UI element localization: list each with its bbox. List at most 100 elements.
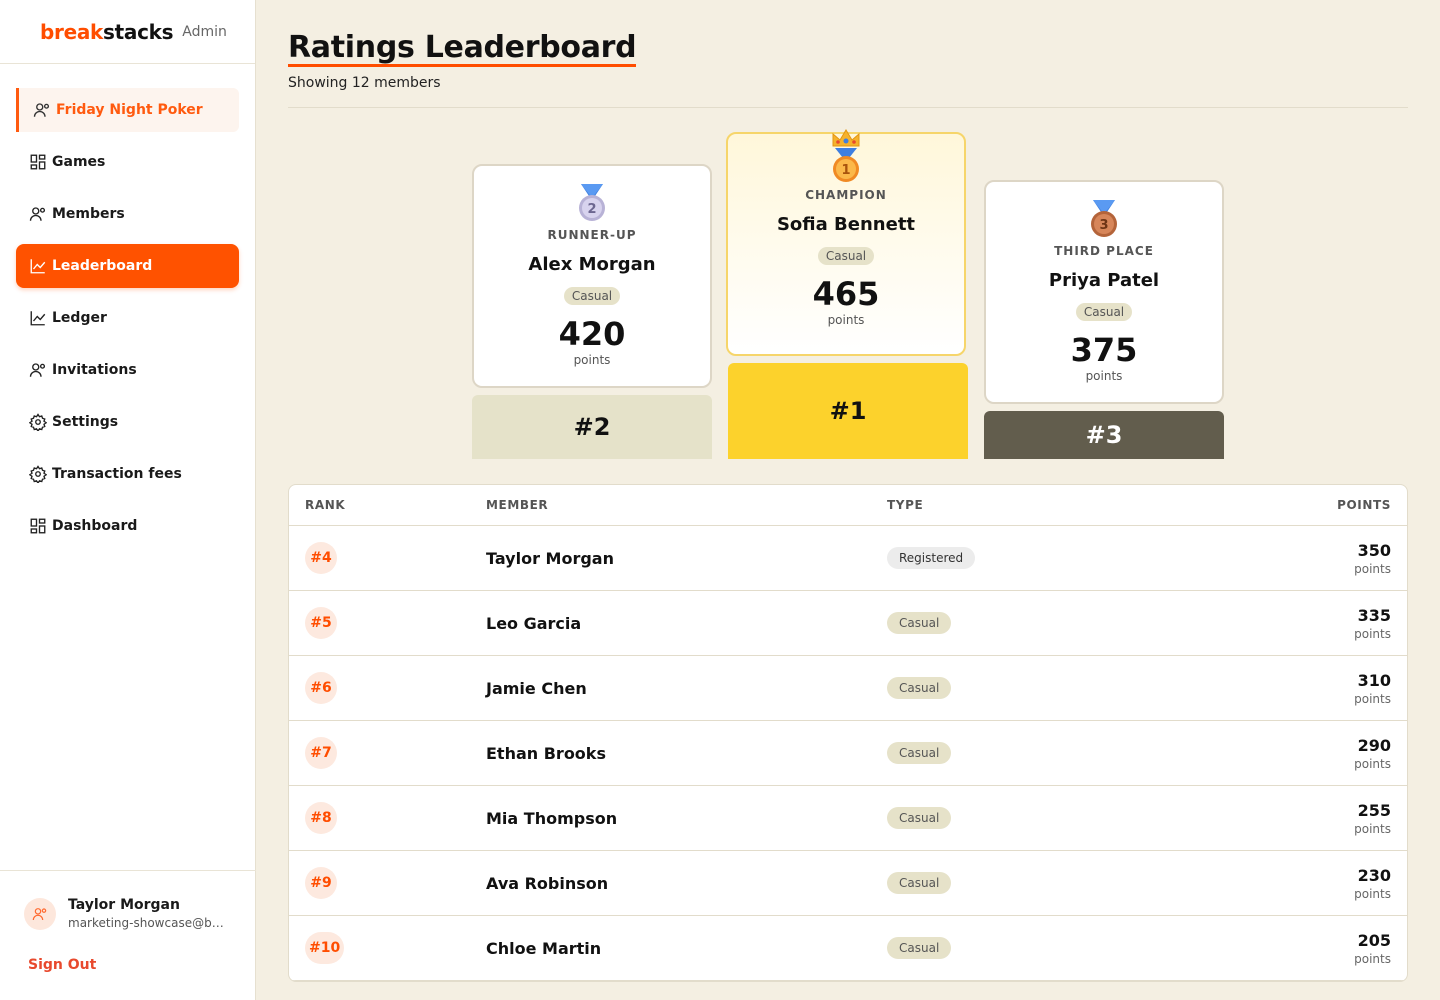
gear-icon [28, 464, 48, 484]
sidebar-item-games[interactable]: Games [16, 140, 239, 184]
sidebar-item-ledger[interactable]: Ledger [16, 296, 239, 340]
rank-badge: #7 [305, 737, 337, 769]
points-value: 350 [1357, 540, 1391, 560]
podium-label: THIRD PLACE [1054, 244, 1154, 258]
type-badge: Casual [817, 247, 875, 265]
table-row[interactable]: #4 Taylor Morgan Registered 350 points [289, 526, 1407, 591]
member-name[interactable]: Mia Thompson [486, 809, 887, 828]
rank-cell: #7 [289, 737, 486, 769]
sidebar-item-transaction-fees[interactable]: Transaction fees [16, 452, 239, 496]
podium-block-third: #3 [984, 411, 1224, 459]
header-type[interactable]: TYPE [887, 498, 1187, 512]
rank-badge: #8 [305, 802, 337, 834]
users-icon [28, 360, 48, 380]
points-value: 205 [1357, 930, 1391, 950]
table-row[interactable]: #9 Ava Robinson Casual 230 points [289, 851, 1407, 916]
sidebar-item-label: Transaction fees [52, 466, 182, 482]
sidebar-item-dashboard[interactable]: Dashboard [16, 504, 239, 548]
users-icon [28, 204, 48, 224]
rank-badge: #4 [305, 542, 337, 574]
sidebar-item-label: Invitations [52, 362, 137, 378]
table-row[interactable]: #5 Leo Garcia Casual 335 points [289, 591, 1407, 656]
member-name[interactable]: Chloe Martin [486, 939, 887, 958]
sidebar-item-settings[interactable]: Settings [16, 400, 239, 444]
gear-icon [28, 412, 48, 432]
users-icon [32, 100, 52, 120]
sidebar: breakstacks Admin Friday Night Poker Gam… [0, 0, 256, 1000]
user-name: Taylor Morgan [68, 897, 180, 913]
points-cell: 230 points [1187, 866, 1407, 901]
gold-medal-crown-icon: 1 [832, 129, 860, 182]
table-row[interactable]: #10 Chloe Martin Casual 205 points [289, 916, 1407, 981]
points-cell: 255 points [1187, 801, 1407, 836]
brand-logo-part1: break [40, 19, 104, 44]
points-cell: 310 points [1187, 671, 1407, 706]
podium-points: 420 [558, 315, 626, 353]
type-cell: Casual [887, 612, 1187, 634]
brand: breakstacks Admin [0, 0, 255, 64]
podium-card-second[interactable]: 2 RUNNER-UP Alex Morgan Casual 420 point… [472, 164, 712, 388]
type-cell: Casual [887, 872, 1187, 894]
svg-text:3: 3 [1099, 218, 1108, 233]
header-member[interactable]: MEMBER [486, 498, 887, 512]
bronze-medal-icon: 3 [1091, 200, 1117, 237]
sidebar-item-label: Settings [52, 414, 119, 430]
podium-name: Priya Patel [1048, 270, 1160, 291]
type-badge: Registered [887, 547, 976, 569]
user-profile[interactable]: Taylor Morgan marketing-showcase@breakst… [24, 897, 228, 930]
podium-label: RUNNER-UP [547, 228, 637, 242]
sidebar-item-invitations[interactable]: Invitations [16, 348, 239, 392]
page-subtitle: Showing 12 members [288, 75, 441, 91]
type-badge: Casual [887, 872, 952, 894]
table-row[interactable]: #8 Mia Thompson Casual 255 points [289, 786, 1407, 851]
type-badge: Casual [1075, 303, 1133, 321]
type-cell: Casual [887, 937, 1187, 959]
sidebar-footer: Taylor Morgan marketing-showcase@breakst… [0, 870, 256, 1000]
header-points[interactable]: POINTS [1187, 498, 1407, 512]
podium-card-third[interactable]: 3 THIRD PLACE Priya Patel Casual 375 poi… [984, 180, 1224, 404]
rank-cell: #4 [289, 542, 486, 574]
rank-badge: #5 [305, 607, 337, 639]
sidebar-item-leaderboard[interactable]: Leaderboard [16, 244, 239, 288]
podium: 2 RUNNER-UP Alex Morgan Casual 420 point… [288, 129, 1408, 460]
sidebar-item-members[interactable]: Members [16, 192, 239, 236]
podium-name: Alex Morgan [528, 254, 656, 275]
points-value: 335 [1357, 605, 1391, 625]
brand-logo-part2: stacks [103, 19, 174, 44]
member-name[interactable]: Ethan Brooks [486, 744, 887, 763]
sign-out-button[interactable]: Sign Out [28, 957, 96, 973]
points-value: 290 [1357, 735, 1391, 755]
brand-logo[interactable]: breakstacks [40, 19, 174, 44]
type-badge: Casual [887, 612, 952, 634]
type-badge: Casual [887, 937, 952, 959]
member-name[interactable]: Ava Robinson [486, 874, 887, 893]
sidebar-group-friday-night-poker[interactable]: Friday Night Poker [16, 88, 239, 132]
type-badge: Casual [887, 807, 952, 829]
divider [288, 107, 1408, 108]
member-name[interactable]: Jamie Chen [486, 679, 887, 698]
rank-cell: #5 [289, 607, 486, 639]
points-cell: 350 points [1187, 541, 1407, 576]
type-cell: Casual [887, 807, 1187, 829]
type-cell: Casual [887, 677, 1187, 699]
type-cell: Casual [887, 742, 1187, 764]
podium-card-first[interactable]: 1 CHAMPION Sofia Bennett Casual 465 poin… [726, 129, 966, 356]
type-badge: Casual [563, 287, 621, 305]
table-row[interactable]: #7 Ethan Brooks Casual 290 points [289, 721, 1407, 786]
header-rank[interactable]: RANK [289, 498, 486, 512]
grid-icon [28, 516, 48, 536]
points-label: points [1354, 626, 1391, 641]
type-badge: Casual [887, 677, 952, 699]
chart-icon [28, 308, 48, 328]
points-label: points [1354, 886, 1391, 901]
member-name[interactable]: Leo Garcia [486, 614, 887, 633]
sidebar-item-label: Leaderboard [52, 258, 153, 274]
rank-cell: #6 [289, 672, 486, 704]
points-cell: 205 points [1187, 931, 1407, 966]
rank-cell: #8 [289, 802, 486, 834]
podium-points: 375 [1070, 331, 1138, 369]
member-name[interactable]: Taylor Morgan [486, 549, 887, 568]
rank-cell: #9 [289, 867, 486, 899]
table-row[interactable]: #6 Jamie Chen Casual 310 points [289, 656, 1407, 721]
chart-icon [28, 256, 48, 276]
